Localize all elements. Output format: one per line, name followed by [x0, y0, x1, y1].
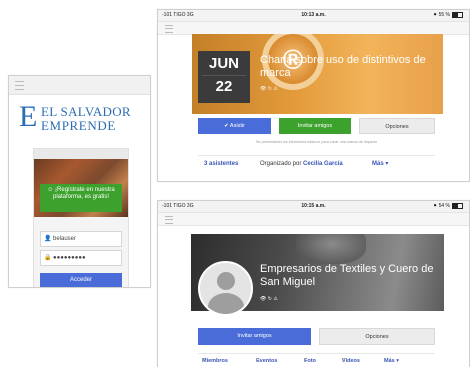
menu-icon[interactable]	[165, 25, 173, 33]
avatar-head	[217, 272, 235, 290]
options-button[interactable]: Opciones	[359, 118, 435, 134]
event-title: Charla sobre uso de distintivos de marca	[260, 54, 426, 79]
battery-icon	[452, 202, 463, 209]
tab-members-count: 4	[202, 358, 206, 364]
username-field[interactable]: 👤 belauser	[40, 231, 122, 247]
login-button[interactable]: Acceder	[40, 273, 122, 287]
invite-friends-button[interactable]: Invitar amigos	[198, 328, 311, 345]
event-actions: ✔ Asistir Invitar amigos Opciones	[198, 118, 435, 134]
event-date: JUN 22	[198, 51, 250, 103]
event-meta-icons: 👁 ↻ ⚠	[260, 86, 278, 92]
battery-label: ⚫ 55 %	[433, 12, 450, 18]
login-card: ☺ ¡Regístrate en nuestra plataforma, es …	[33, 148, 129, 287]
logo-letter: E	[19, 100, 38, 133]
battery-indicator: ⚫ 54 %	[433, 201, 463, 212]
group-meta-icons: 👁 ↻ ⚠	[260, 296, 278, 302]
register-banner[interactable]: ☺ ¡Regístrate en nuestra plataforma, es …	[40, 184, 122, 212]
group-avatar	[198, 261, 253, 316]
organized-by-label: Organizado por	[260, 161, 302, 167]
clock-label: 10:13 a.m.	[301, 12, 326, 18]
avatar-body	[208, 293, 244, 314]
el-salvador-emprende-logo: E EL SALVADOR EMPRENDE	[19, 100, 144, 134]
nav-bar	[158, 213, 469, 226]
user-icon: 👤	[44, 236, 52, 242]
clock-label: 10:15 a.m.	[301, 203, 326, 209]
organizer-info: Organizado por Cecilia García	[260, 156, 343, 172]
menu-icon[interactable]	[15, 81, 24, 90]
options-button[interactable]: Opciones	[319, 328, 435, 345]
event-description: Se presentarán los elementos básicos par…	[255, 140, 378, 144]
card-top-strip	[34, 149, 128, 159]
status-bar: -101 TIGO 3G 10:13 a.m. ⚫ 55 %	[158, 10, 469, 22]
battery-icon	[452, 11, 463, 18]
menu-icon[interactable]	[165, 216, 173, 224]
event-month: JUN	[208, 55, 239, 72]
tablet-group-screenshot: -101 TIGO 3G 10:15 a.m. ⚫ 54 % Empresari…	[157, 200, 470, 367]
lock-icon: 🔒	[44, 255, 52, 261]
battery-indicator: ⚫ 55 %	[433, 10, 463, 21]
username-value: belauser	[53, 236, 77, 242]
tab-events-count: 0	[256, 358, 260, 364]
phone-screenshot: E EL SALVADOR EMPRENDE ☺ ¡Regístrate en …	[8, 75, 151, 288]
tablet-event-screenshot: -101 TIGO 3G 10:13 a.m. ⚫ 55 % ® JUN 22 …	[157, 9, 470, 182]
tab-photos-count: 1	[304, 358, 308, 364]
tab-events-label: Eventos	[256, 358, 278, 364]
password-value: ●●●●●●●●●	[53, 255, 86, 261]
event-day: 22	[202, 75, 246, 98]
tab-members-label: Miembros	[202, 358, 228, 364]
phone-topbar	[9, 76, 150, 95]
organizer-link[interactable]: Cecilia García	[303, 161, 343, 167]
attendees-link[interactable]: 3 asistentes	[204, 156, 238, 172]
status-bar: -101 TIGO 3G 10:15 a.m. ⚫ 54 %	[158, 201, 469, 213]
group-tabs: Miembros 4 Eventos 0 Foto 1 Videos 0 Más…	[198, 353, 435, 367]
password-field[interactable]: 🔒 ●●●●●●●●●	[40, 250, 122, 266]
logo-line-2: EMPRENDE	[41, 118, 116, 133]
event-meta-row: 3 asistentes Organizado por Cecilia Garc…	[198, 155, 435, 172]
attend-button[interactable]: ✔ Asistir	[198, 118, 271, 134]
battery-label: ⚫ 54 %	[433, 203, 450, 209]
invite-friends-button[interactable]: Invitar amigos	[279, 118, 351, 134]
tab-videos-count: 0	[342, 358, 346, 364]
more-menu[interactable]: Más ▾	[372, 156, 388, 172]
sewing-graphic	[296, 234, 366, 264]
group-title: Empresarios de Textiles y Cuero de San M…	[260, 263, 434, 288]
tab-more[interactable]: Más ▾	[384, 354, 399, 367]
